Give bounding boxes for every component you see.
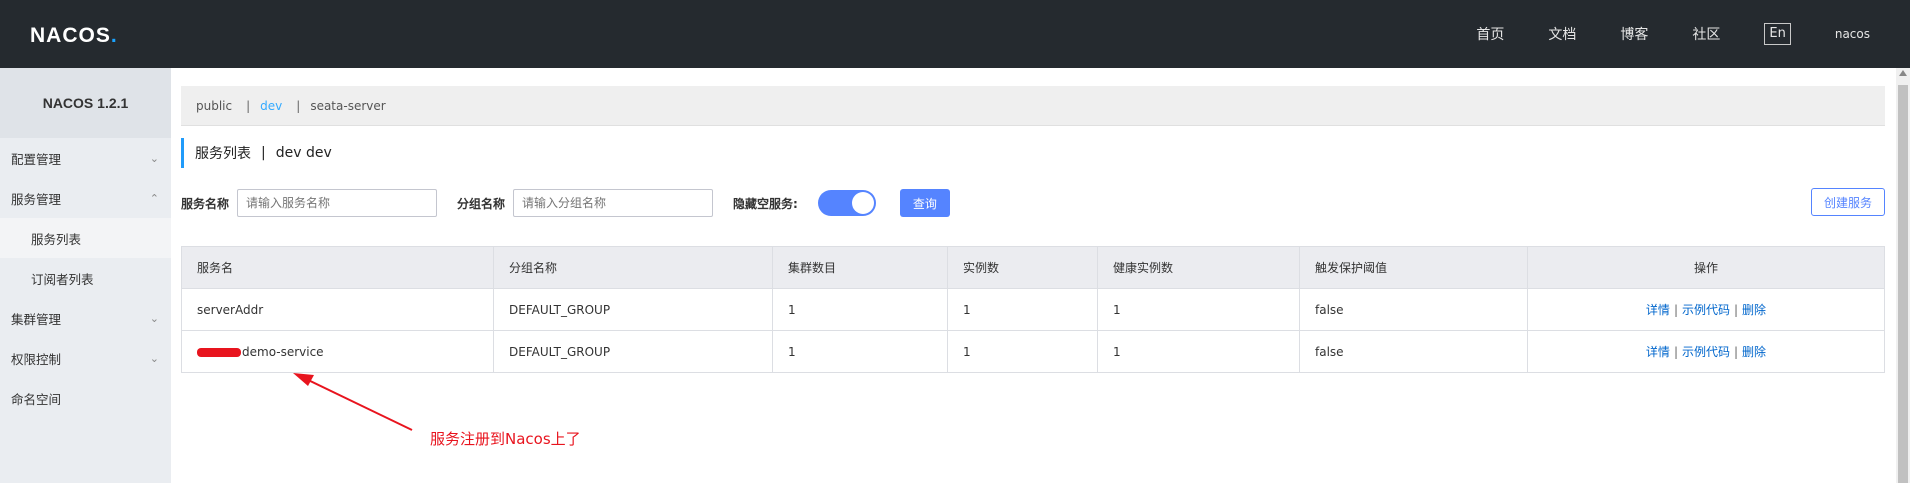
scroll-up-icon[interactable] <box>1899 70 1907 76</box>
arrow-head <box>293 373 314 386</box>
annotation-arrow <box>293 373 413 431</box>
annotation-text: 服务注册到Nacos上了 <box>430 430 581 448</box>
scrollbar-thumb[interactable] <box>1898 85 1908 483</box>
arrow-line <box>303 377 413 431</box>
